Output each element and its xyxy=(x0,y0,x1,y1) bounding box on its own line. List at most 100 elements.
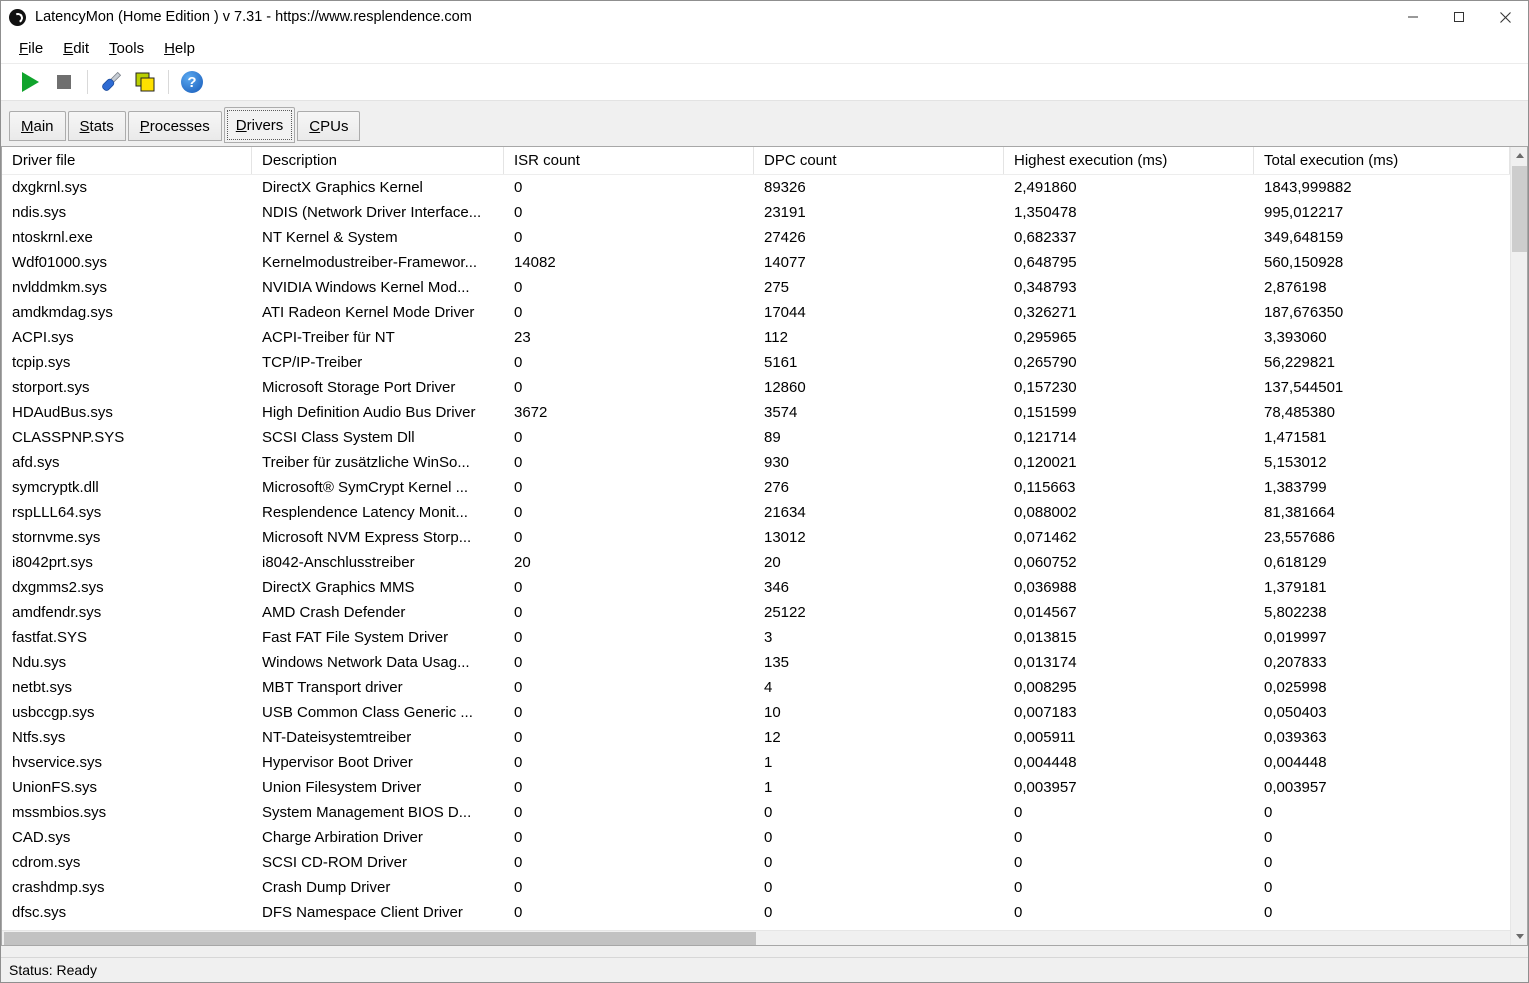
cell-dpc-count: 346 xyxy=(754,575,1004,600)
table-row[interactable]: usbccgp.sys USB Common Class Generic ...… xyxy=(2,700,1510,725)
close-button[interactable] xyxy=(1482,1,1528,33)
tab-drivers[interactable]: Drivers xyxy=(224,107,296,143)
cell-dpc-count: 12 xyxy=(754,725,1004,750)
cell-isr-count: 0 xyxy=(504,900,754,925)
cell-highest-execution: 0 xyxy=(1004,900,1254,925)
table-row[interactable]: Wdf01000.sys Kernelmodustreiber-Framewor… xyxy=(2,250,1510,275)
column-header-description[interactable]: Description xyxy=(252,147,504,174)
table-row[interactable]: dxgkrnl.sys DirectX Graphics Kernel 0 89… xyxy=(2,175,1510,200)
column-header-highest-execution[interactable]: Highest execution (ms) xyxy=(1004,147,1254,174)
table-row[interactable]: netbt.sys MBT Transport driver 0 4 0,008… xyxy=(2,675,1510,700)
table-row[interactable]: ACPI.sys ACPI-Treiber für NT 23 112 0,29… xyxy=(2,325,1510,350)
table-row[interactable]: CAD.sys Charge Arbiration Driver 0 0 0 0 xyxy=(2,825,1510,850)
cell-description: NDIS (Network Driver Interface... xyxy=(252,200,504,225)
table-row[interactable]: stornvme.sys Microsoft NVM Express Storp… xyxy=(2,525,1510,550)
cell-description: NVIDIA Windows Kernel Mod... xyxy=(252,275,504,300)
table-row[interactable]: HDAudBus.sys High Definition Audio Bus D… xyxy=(2,400,1510,425)
maximize-button[interactable] xyxy=(1436,1,1482,33)
cell-description: DirectX Graphics MMS xyxy=(252,575,504,600)
table-row[interactable]: tcpip.sys TCP/IP-Treiber 0 5161 0,265790… xyxy=(2,350,1510,375)
vertical-scrollbar[interactable] xyxy=(1510,147,1527,945)
cell-highest-execution: 0,013174 xyxy=(1004,650,1254,675)
column-header-dpc-count[interactable]: DPC count xyxy=(754,147,1004,174)
table-row[interactable]: amdkmdag.sys ATI Radeon Kernel Mode Driv… xyxy=(2,300,1510,325)
stop-button[interactable] xyxy=(47,67,81,97)
copy-report-icon xyxy=(132,69,158,95)
cell-total-execution: 1843,999882 xyxy=(1254,175,1510,200)
table-row[interactable]: storport.sys Microsoft Storage Port Driv… xyxy=(2,375,1510,400)
cell-dpc-count: 0 xyxy=(754,800,1004,825)
cell-highest-execution: 0,014567 xyxy=(1004,600,1254,625)
table-row[interactable]: UnionFS.sys Union Filesystem Driver 0 1 … xyxy=(2,775,1510,800)
cell-isr-count: 0 xyxy=(504,300,754,325)
cell-highest-execution: 0,648795 xyxy=(1004,250,1254,275)
minimize-icon xyxy=(1407,11,1419,23)
table-row[interactable]: crashdmp.sys Crash Dump Driver 0 0 0 0 xyxy=(2,875,1510,900)
cell-isr-count: 0 xyxy=(504,625,754,650)
scroll-down-button[interactable] xyxy=(1511,928,1528,945)
table-row[interactable]: dxgmms2.sys DirectX Graphics MMS 0 346 0… xyxy=(2,575,1510,600)
cell-highest-execution: 0,013815 xyxy=(1004,625,1254,650)
cell-dpc-count: 275 xyxy=(754,275,1004,300)
cell-total-execution: 2,876198 xyxy=(1254,275,1510,300)
vertical-scrollbar-thumb[interactable] xyxy=(1512,166,1527,252)
menubar: File Edit Tools Help xyxy=(1,33,1528,63)
horizontal-scrollbar-thumb[interactable] xyxy=(4,932,756,945)
horizontal-scrollbar[interactable] xyxy=(2,930,1510,945)
tab-main[interactable]: Main xyxy=(9,111,66,141)
table-row[interactable]: cdrom.sys SCSI CD-ROM Driver 0 0 0 0 xyxy=(2,850,1510,875)
cell-description: MBT Transport driver xyxy=(252,675,504,700)
table-row[interactable]: fastfat.SYS Fast FAT File System Driver … xyxy=(2,625,1510,650)
minimize-button[interactable] xyxy=(1390,1,1436,33)
table-row[interactable]: afd.sys Treiber für zusätzliche WinSo...… xyxy=(2,450,1510,475)
cell-isr-count: 0 xyxy=(504,225,754,250)
app-icon xyxy=(9,9,26,26)
column-header-total-execution[interactable]: Total execution (ms) xyxy=(1254,147,1510,174)
copy-report-button[interactable] xyxy=(128,67,162,97)
table-row[interactable]: amdfendr.sys AMD Crash Defender 0 25122 … xyxy=(2,600,1510,625)
cell-total-execution: 187,676350 xyxy=(1254,300,1510,325)
cell-highest-execution: 0,682337 xyxy=(1004,225,1254,250)
tab-stats[interactable]: Stats xyxy=(68,111,126,141)
table-row[interactable]: symcryptk.dll Microsoft® SymCrypt Kernel… xyxy=(2,475,1510,500)
cell-description: Microsoft Storage Port Driver xyxy=(252,375,504,400)
table-row[interactable]: Ntfs.sys NT-Dateisystemtreiber 0 12 0,00… xyxy=(2,725,1510,750)
table-row[interactable]: nvlddmkm.sys NVIDIA Windows Kernel Mod..… xyxy=(2,275,1510,300)
cell-total-execution: 0 xyxy=(1254,900,1510,925)
table-row[interactable]: dfsc.sys DFS Namespace Client Driver 0 0… xyxy=(2,900,1510,925)
table-row[interactable]: ntoskrnl.exe NT Kernel & System 0 27426 … xyxy=(2,225,1510,250)
table-row[interactable]: hvservice.sys Hypervisor Boot Driver 0 1… xyxy=(2,750,1510,775)
cell-driver-file: Ndu.sys xyxy=(2,650,252,675)
cell-dpc-count: 12860 xyxy=(754,375,1004,400)
scroll-up-button[interactable] xyxy=(1511,147,1528,164)
table-header: Driver file Description ISR count DPC co… xyxy=(2,147,1510,175)
cell-description: NT-Dateisystemtreiber xyxy=(252,725,504,750)
help-button[interactable]: ? xyxy=(175,67,209,97)
menu-file[interactable]: File xyxy=(9,36,53,61)
drivers-table: Driver file Description ISR count DPC co… xyxy=(1,146,1528,946)
cell-driver-file: storport.sys xyxy=(2,375,252,400)
cell-isr-count: 0 xyxy=(504,600,754,625)
cell-driver-file: ACPI.sys xyxy=(2,325,252,350)
column-header-isr-count[interactable]: ISR count xyxy=(504,147,754,174)
table-row[interactable]: i8042prt.sys i8042-Anschlusstreiber 20 2… xyxy=(2,550,1510,575)
menu-tools[interactable]: Tools xyxy=(99,36,154,61)
table-row[interactable]: Ndu.sys Windows Network Data Usag... 0 1… xyxy=(2,650,1510,675)
column-header-driver-file[interactable]: Driver file xyxy=(2,147,252,174)
menu-help[interactable]: Help xyxy=(154,36,205,61)
cell-isr-count: 0 xyxy=(504,200,754,225)
table-row[interactable]: ndis.sys NDIS (Network Driver Interface.… xyxy=(2,200,1510,225)
tab-processes[interactable]: Processes xyxy=(128,111,222,141)
run-button[interactable] xyxy=(13,67,47,97)
table-row[interactable]: rspLLL64.sys Resplendence Latency Monit.… xyxy=(2,500,1510,525)
table-row[interactable]: CLASSPNP.SYS SCSI Class System Dll 0 89 … xyxy=(2,425,1510,450)
table-row[interactable]: mssmbios.sys System Management BIOS D...… xyxy=(2,800,1510,825)
cell-total-execution: 0,618129 xyxy=(1254,550,1510,575)
cell-driver-file: Ntfs.sys xyxy=(2,725,252,750)
tab-cpus[interactable]: CPUs xyxy=(297,111,360,141)
tools-options-button[interactable] xyxy=(94,67,128,97)
cell-total-execution: 5,802238 xyxy=(1254,600,1510,625)
menu-edit[interactable]: Edit xyxy=(53,36,99,61)
window-title: LatencyMon (Home Edition ) v 7.31 - http… xyxy=(35,9,472,25)
cell-isr-count: 23 xyxy=(504,325,754,350)
